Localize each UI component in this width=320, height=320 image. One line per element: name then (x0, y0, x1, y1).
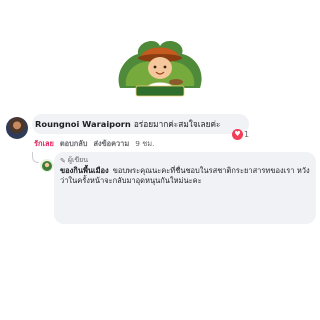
comment-timestamp[interactable]: 9 ชม. (135, 138, 154, 150)
reply: ✎ ผู้เขียน ของกินพื้นเมือง ขอบพระคุณนะคะท… (32, 152, 316, 232)
reaction-count: 1 (244, 129, 250, 139)
author-badge: ✎ ผู้เขียน (60, 155, 88, 166)
comment-author[interactable]: Roungnoi Waraiporn (35, 119, 131, 129)
comment: Roungnoi Waraiporn อร่อยมากค่ะสมใจเลยค่ะ … (6, 114, 306, 154)
reply-bubble: ✎ ผู้เขียน ของกินพื้นเมือง ขอบพระคุณนะคะท… (54, 152, 316, 224)
comment-actions: รักเลย ตอบกลับ ส่งข้อความ 9 ชม. (34, 138, 155, 150)
pen-icon: ✎ (60, 156, 66, 165)
comment-bubble: Roungnoi Waraiporn อร่อยมากค่ะสมใจเลยค่ะ (32, 114, 249, 134)
page-avatar[interactable] (40, 158, 54, 172)
avatar[interactable] (6, 117, 28, 139)
comment-text: อร่อยมากค่ะสมใจเลยค่ะ (133, 119, 221, 129)
heart-icon: ♥ (232, 128, 243, 140)
mascot-illustration (118, 40, 202, 97)
like-button[interactable]: รักเลย (34, 138, 54, 150)
page-logo (110, 36, 210, 98)
page-avatar-icon (40, 159, 54, 172)
author-badge-label: ผู้เขียน (67, 156, 89, 164)
reply-content: ของกินพื้นเมือง ขอบพระคุณนะคะที่ชื่นชอบใน… (60, 166, 310, 186)
reaction-summary[interactable]: ♥ 1 (232, 128, 249, 140)
reply-button[interactable]: ตอบกลับ (60, 138, 88, 150)
reply-connector (32, 152, 39, 163)
reply-author[interactable]: ของกินพื้นเมือง (60, 166, 109, 175)
message-button[interactable]: ส่งข้อความ (93, 138, 129, 150)
